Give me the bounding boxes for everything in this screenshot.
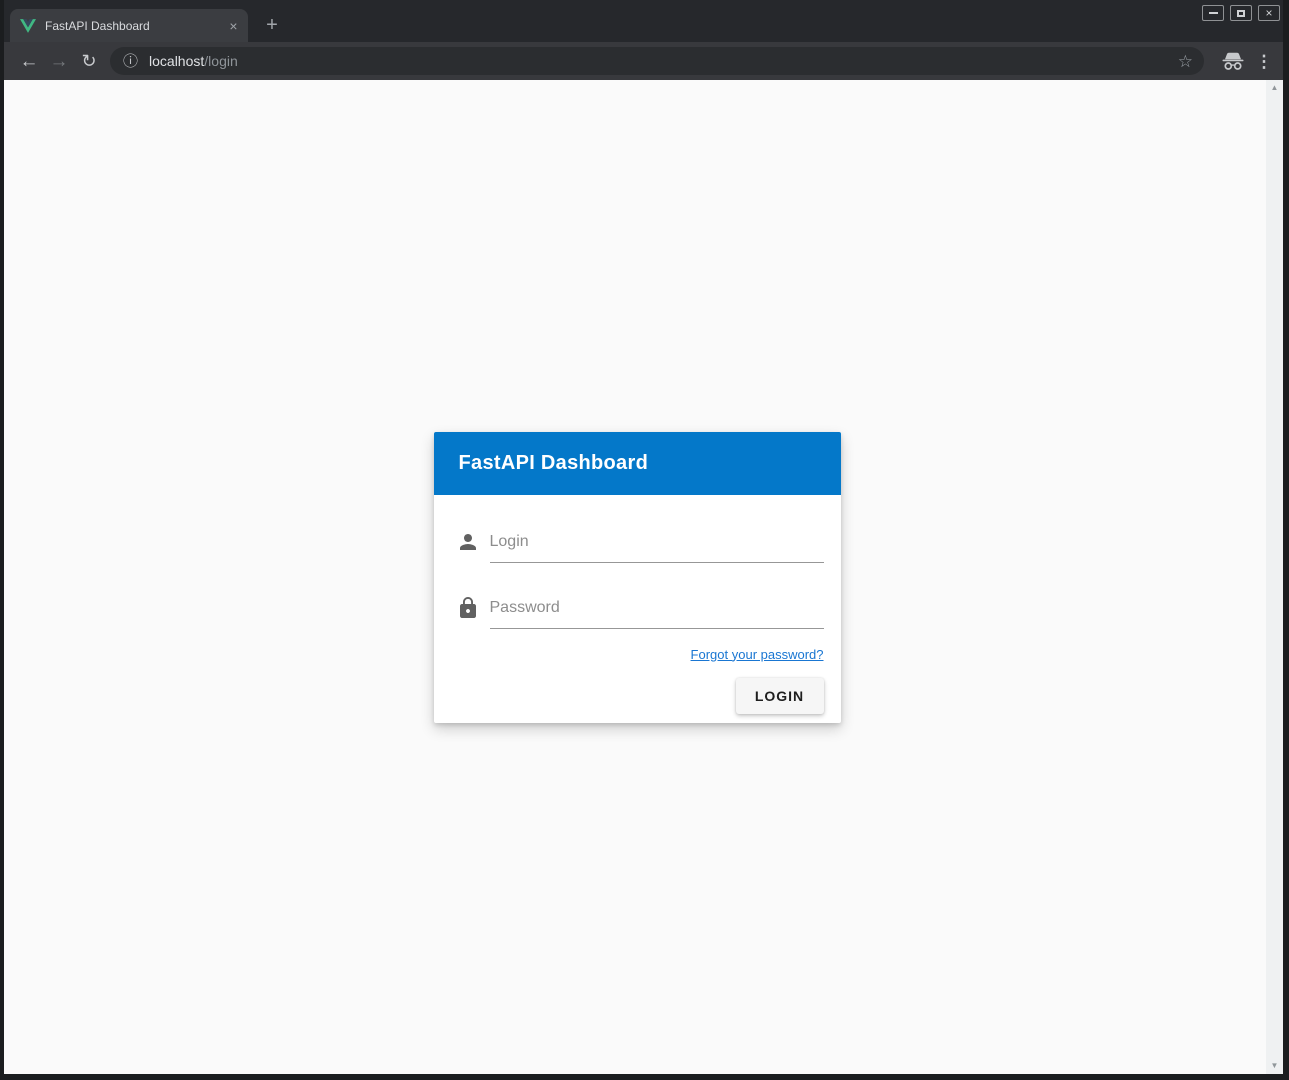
maximize-button[interactable]: [1230, 5, 1252, 21]
vue-favicon-icon: [20, 18, 36, 34]
url-text: localhost/login: [149, 53, 238, 69]
login-field-row: [456, 530, 824, 563]
close-icon: ×: [1265, 7, 1272, 19]
browser-tab[interactable]: FastAPI Dashboard ×: [10, 9, 248, 42]
reload-icon[interactable]: ↻: [74, 52, 104, 70]
forward-icon[interactable]: →: [44, 52, 74, 71]
url-host: localhost: [149, 53, 204, 69]
minimize-icon: [1209, 12, 1218, 14]
login-button[interactable]: LOGIN: [736, 678, 824, 714]
person-icon: [456, 530, 480, 554]
forgot-password-row: Forgot your password?: [456, 646, 824, 664]
tab-title: FastAPI Dashboard: [45, 19, 225, 33]
back-icon[interactable]: ←: [14, 52, 44, 71]
password-input[interactable]: [490, 596, 824, 629]
browser-toolbar: ← → ↻ ⓘ localhost/login ☆ ⋮: [4, 42, 1283, 80]
window-controls: ×: [1202, 5, 1280, 21]
browser-window: FastAPI Dashboard × + × ← → ↻ ⓘ localhos…: [0, 0, 1289, 1080]
minimize-button[interactable]: [1202, 5, 1224, 21]
login-card: FastAPI Dashboard: [434, 432, 841, 723]
forgot-password-link[interactable]: Forgot your password?: [691, 647, 824, 662]
tab-strip: FastAPI Dashboard × + ×: [4, 0, 1283, 42]
incognito-icon: [1220, 51, 1246, 71]
login-card-title: FastAPI Dashboard: [459, 452, 649, 475]
browser-menu-icon[interactable]: ⋮: [1253, 53, 1275, 70]
scroll-down-icon[interactable]: ▼: [1271, 1062, 1279, 1070]
maximize-icon: [1237, 10, 1245, 17]
url-path: /login: [204, 53, 237, 69]
page-scrollbar[interactable]: ▲ ▼: [1266, 80, 1283, 1074]
login-card-body: Forgot your password? LOGIN: [434, 495, 841, 723]
bookmark-star-icon[interactable]: ☆: [1178, 53, 1193, 70]
password-field-row: [456, 596, 824, 629]
tab-close-icon[interactable]: ×: [225, 18, 242, 34]
lock-icon: [456, 596, 480, 620]
page-content: FastAPI Dashboard: [4, 80, 1283, 1074]
new-tab-button[interactable]: +: [259, 14, 285, 36]
site-info-icon[interactable]: ⓘ: [123, 54, 138, 69]
login-input[interactable]: [490, 530, 824, 563]
scroll-up-icon[interactable]: ▲: [1271, 84, 1279, 92]
close-button[interactable]: ×: [1258, 5, 1280, 21]
address-bar[interactable]: ⓘ localhost/login ☆: [110, 47, 1204, 75]
login-card-header: FastAPI Dashboard: [434, 432, 841, 495]
login-button-row: LOGIN: [456, 678, 824, 714]
